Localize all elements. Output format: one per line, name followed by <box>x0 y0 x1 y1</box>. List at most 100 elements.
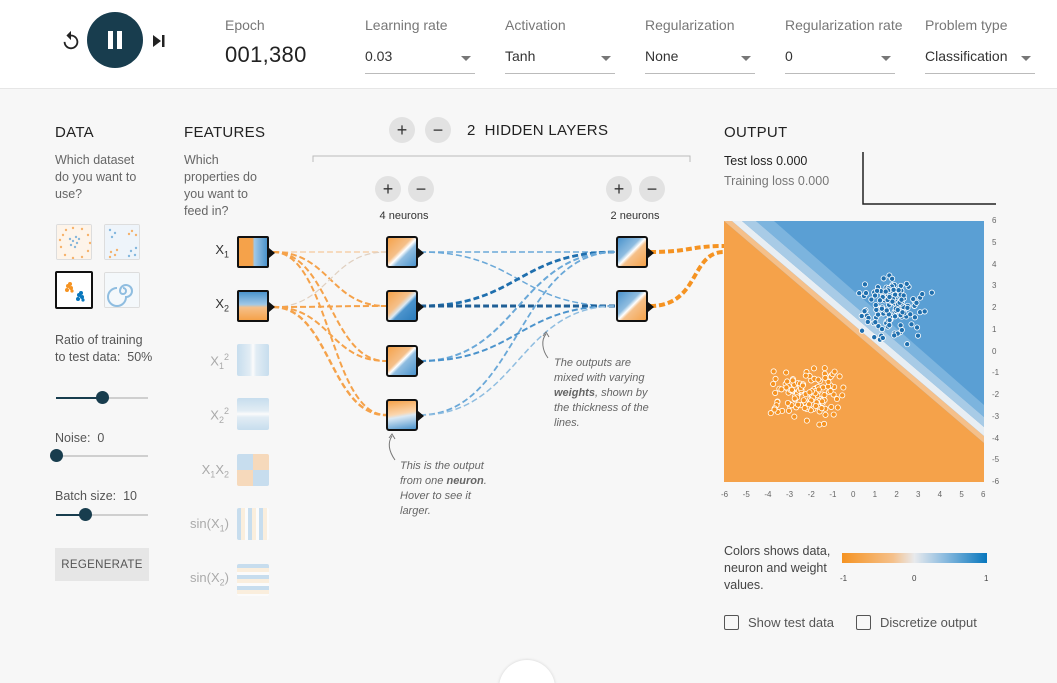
data-point-orange <box>821 420 828 427</box>
x-tick: -4 <box>764 490 772 499</box>
data-point-blue <box>861 308 868 315</box>
add-layer-button[interactable]: + <box>389 117 415 143</box>
data-point-blue <box>886 317 893 324</box>
y-tick: 1 <box>992 324 997 334</box>
neuron-1-4[interactable] <box>386 399 424 431</box>
data-point-orange <box>778 386 785 393</box>
data-point-blue <box>871 334 878 341</box>
y-tick: -3 <box>992 411 1000 421</box>
data-point-blue <box>859 327 866 334</box>
feature-label-x1x2: X1X2 <box>201 462 229 480</box>
data-point-orange <box>828 403 835 410</box>
x-tick: 6 <box>981 490 986 499</box>
data-point-blue <box>883 307 890 314</box>
data-point-orange <box>783 384 790 391</box>
feature-x2-squared[interactable] <box>237 398 269 430</box>
data-point-blue <box>886 293 893 300</box>
x-tick: 3 <box>916 490 921 499</box>
layer2-remove-neuron-button[interactable]: − <box>639 176 665 202</box>
data-point-blue <box>904 304 911 311</box>
data-point-blue <box>907 311 914 318</box>
data-point-orange <box>833 396 840 403</box>
data-point-orange <box>783 369 790 376</box>
data-point-blue <box>879 334 886 341</box>
neuron-annotation: This is the output from one neuron. Hove… <box>400 460 487 517</box>
minus-icon: − <box>646 179 658 199</box>
discretize-output-label: Discretize output <box>880 615 977 630</box>
feature-x2[interactable] <box>237 290 275 322</box>
data-point-blue <box>880 275 887 282</box>
feature-sin-x1[interactable] <box>237 508 269 540</box>
legend-tick-mid: 0 <box>912 574 917 583</box>
data-point-orange <box>784 400 791 407</box>
neuron-1-3[interactable] <box>386 345 424 377</box>
y-tick: 5 <box>992 237 997 247</box>
loss-chart <box>862 152 996 205</box>
x-tick: 5 <box>959 490 964 499</box>
show-test-data-label: Show test data <box>748 615 834 630</box>
data-point-orange <box>830 411 837 418</box>
data-point-orange <box>812 402 819 409</box>
y-tick: 6 <box>992 216 997 225</box>
plus-icon: + <box>396 120 408 140</box>
show-test-data-checkbox[interactable]: Show test data <box>724 615 834 630</box>
feature-x1x2[interactable] <box>237 454 269 486</box>
plus-icon: + <box>613 179 625 199</box>
data-point-blue <box>861 281 868 288</box>
data-point-orange <box>818 405 825 412</box>
data-point-orange <box>784 378 791 385</box>
data-point-blue <box>891 332 898 339</box>
data-point-orange <box>771 406 778 413</box>
remove-layer-button[interactable]: − <box>425 117 451 143</box>
data-point-orange <box>770 368 777 375</box>
neuron-1-2[interactable] <box>386 290 424 322</box>
color-legend-bar <box>842 553 987 563</box>
feature-sin-x2[interactable] <box>237 564 269 596</box>
y-tick: -1 <box>992 368 1000 378</box>
output-heading: OUTPUT <box>724 124 788 141</box>
layer2-add-neuron-button[interactable]: + <box>606 176 632 202</box>
data-point-blue <box>903 280 910 287</box>
plus-icon: + <box>382 179 394 199</box>
x-tick: 2 <box>894 490 899 499</box>
data-point-orange <box>822 411 829 418</box>
data-point-orange <box>834 404 841 411</box>
data-point-blue <box>895 287 902 294</box>
neuron-2-2[interactable] <box>616 290 654 322</box>
data-point-orange <box>801 405 808 412</box>
feature-x1[interactable] <box>237 236 275 268</box>
data-point-blue <box>858 313 865 320</box>
data-point-blue <box>856 290 863 297</box>
neuron-2-1[interactable] <box>616 236 654 268</box>
x-tick: -5 <box>742 490 750 499</box>
discretize-output-checkbox[interactable]: Discretize output <box>856 615 977 630</box>
feature-x1-squared[interactable] <box>237 344 269 376</box>
data-point-orange <box>821 392 828 399</box>
data-point-blue <box>864 318 871 325</box>
data-point-blue <box>928 289 935 296</box>
feature-label-x1: X1 <box>215 242 229 260</box>
data-point-blue <box>876 297 883 304</box>
output-heatmap <box>724 221 984 482</box>
layer1-remove-neuron-button[interactable]: − <box>408 176 434 202</box>
data-point-blue <box>898 327 905 334</box>
x-tick: -6 <box>721 490 729 499</box>
data-point-blue <box>904 341 911 348</box>
y-tick: 3 <box>992 281 997 291</box>
data-point-orange <box>795 401 802 408</box>
neuron-1-1[interactable] <box>386 236 424 268</box>
color-legend-text: Colors shows data, neuron and weight val… <box>724 544 831 592</box>
minus-icon: − <box>432 120 444 140</box>
feature-label-sin-x2: sin(X2) <box>190 570 229 588</box>
y-tick: -6 <box>992 477 1000 486</box>
data-point-blue <box>908 321 915 328</box>
legend-tick-min: -1 <box>840 574 848 583</box>
data-point-orange <box>836 373 843 380</box>
layer1-add-neuron-button[interactable]: + <box>375 176 401 202</box>
data-point-blue <box>879 326 886 333</box>
x-tick: -2 <box>807 490 815 499</box>
data-point-blue <box>889 275 896 282</box>
feature-label-sin-x1: sin(X1) <box>190 516 229 534</box>
hidden-layers-title: 2 HIDDEN LAYERS <box>467 122 609 139</box>
data-point-orange <box>831 368 838 375</box>
